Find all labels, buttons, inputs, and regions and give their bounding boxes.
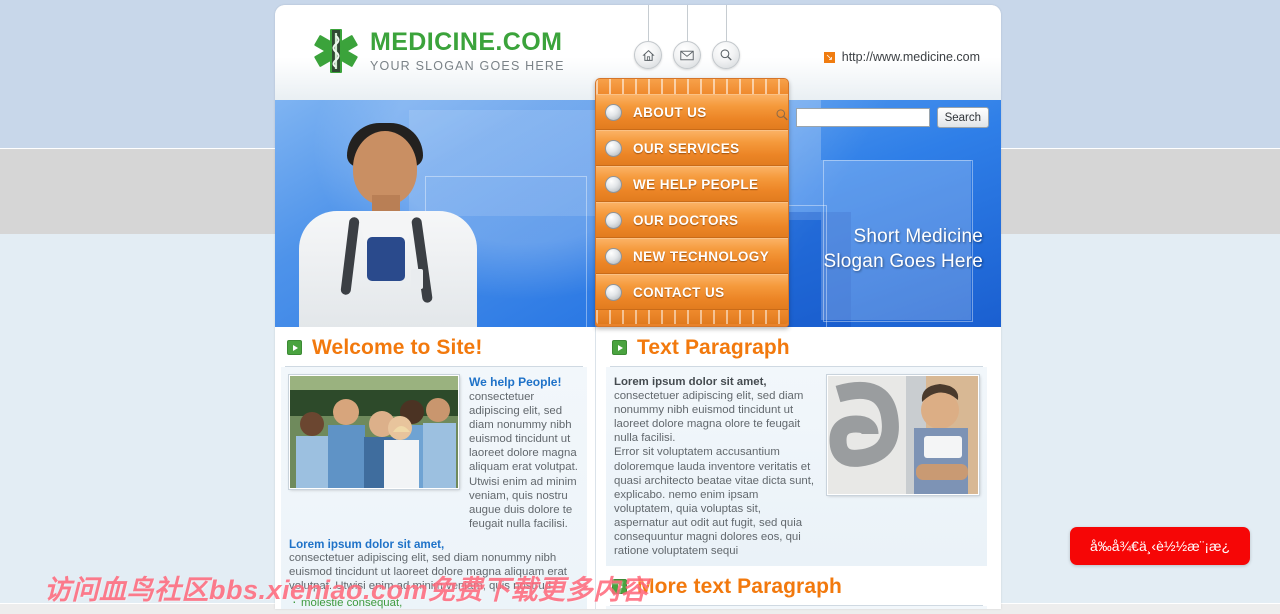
nav-bottom-cap (596, 310, 788, 324)
quick-link-mail[interactable] (673, 5, 701, 69)
search-button[interactable]: Search (936, 107, 989, 128)
nav-item-label: CONTACT US (633, 284, 725, 300)
banner-slogan-line2: Slogan Goes Here (823, 251, 983, 272)
quick-link-icons (634, 5, 740, 69)
nav-item-our-services[interactable]: OUR SERVICES (596, 130, 788, 166)
doctor-scrub (367, 237, 405, 281)
section-title: Text Paragraph (637, 336, 790, 359)
quick-link-home[interactable] (634, 5, 662, 69)
logo-title: MEDICINE.COM (370, 27, 563, 56)
site-url[interactable]: ↘ http://www.medicine.com (823, 50, 980, 64)
sub-heading: Lorem ipsum dolor sit amet, (289, 537, 445, 551)
doctor-badge (411, 269, 423, 289)
paragraph-lead: Lorem ipsum dolor sit amet, (614, 376, 767, 388)
nav-item-label: OUR DOCTORS (633, 212, 739, 228)
paragraph-text-1: consectetuer adipiscing elit, sed diam n… (614, 390, 804, 445)
left-content-column: Welcome to Site! We help People! consect… (275, 327, 595, 609)
bullet-icon (605, 175, 622, 193)
medical-team-photo (288, 374, 460, 490)
search-bar: Search (775, 107, 989, 128)
welcome-section-heading: Welcome to Site! (281, 327, 587, 362)
nav-item-about-us[interactable]: ABOUT US (596, 94, 788, 130)
text-paragraph-section-heading: Text Paragraph (606, 327, 987, 362)
text-paragraph-panel: Lorem ipsum dolor sit amet, consectetuer… (606, 367, 987, 567)
text-paragraph-media-row: Lorem ipsum dolor sit amet, consectetuer… (614, 374, 980, 558)
surgeon-portrait-photo (826, 374, 980, 496)
hanging-wire (725, 5, 727, 41)
play-square-icon (612, 340, 627, 355)
external-link-icon: ↘ (823, 51, 835, 63)
banner-slogan-line1: Short Medicine (853, 226, 983, 247)
site-url-text: http://www.medicine.com (841, 50, 980, 64)
logo-slogan: YOUR SLOGAN GOES HERE (370, 58, 565, 73)
doctor-head (353, 131, 417, 205)
hanging-wire (647, 5, 649, 41)
bullet-icon (605, 139, 622, 157)
search-icon[interactable] (712, 41, 740, 69)
logo[interactable]: MEDICINE.COM YOUR SLOGAN GOES HERE (313, 27, 565, 75)
bullet-icon (605, 211, 622, 229)
search-input[interactable] (795, 108, 930, 127)
magnifier-icon (775, 108, 789, 127)
nav-item-label: WE HELP PEOPLE (633, 176, 759, 192)
bullet-icon (605, 103, 622, 121)
more-text-panel: Lorem ipsum dolor sit amet, consectetuer… (606, 606, 987, 609)
main-navigation: ABOUT US OUR SERVICES WE HELP PEOPLE OUR… (595, 78, 789, 327)
play-square-icon (612, 579, 627, 595)
main-content: Welcome to Site! We help People! consect… (275, 327, 1001, 609)
intro-heading: We help People! (469, 375, 562, 389)
hanging-wire (686, 5, 688, 41)
quick-link-search[interactable] (712, 5, 740, 69)
page-title: Welcome to Site! (312, 336, 483, 359)
right-content-column: Text Paragraph Lorem ipsum dolor sit ame… (595, 327, 1001, 609)
intro-text: consectetuer adipiscing elit, sed diam n… (469, 391, 578, 530)
home-icon[interactable] (634, 41, 662, 69)
floating-download-button[interactable]: å‰å¾€ä¸‹è½½æ¨¡æ¿ (1069, 527, 1250, 565)
section-title: More text Paragraph (637, 575, 842, 599)
paragraph-text-2: Error sit voluptatem accusantium dolorem… (614, 446, 815, 558)
banner-slogan: Short Medicine Slogan Goes Here (823, 224, 983, 274)
nav-item-label: ABOUT US (633, 104, 707, 120)
bullet-icon (605, 283, 622, 301)
mail-icon[interactable] (673, 41, 701, 69)
doctor-photo (293, 119, 483, 327)
list-item: molestie consequat, (289, 594, 579, 609)
welcome-media-row: We help People! consectetuer adipiscing … (288, 374, 579, 531)
star-of-life-icon (313, 27, 359, 75)
website-container: MEDICINE.COM YOUR SLOGAN GOES HERE ↘ htt… (275, 5, 1001, 609)
hero-banner-left-image (275, 100, 595, 327)
bullet-icon (605, 247, 622, 265)
nav-item-contact-us[interactable]: CONTACT US (596, 274, 788, 310)
sub-text: consectetuer adipiscing elit, sed diam n… (289, 551, 567, 593)
nav-item-our-doctors[interactable]: OUR DOCTORS (596, 202, 788, 238)
nav-item-new-technology[interactable]: NEW TECHNOLOGY (596, 238, 788, 274)
nav-item-label: NEW TECHNOLOGY (633, 248, 770, 264)
nav-item-label: OUR SERVICES (633, 140, 740, 156)
play-square-icon (287, 340, 302, 355)
nav-top-cap (596, 79, 788, 94)
left-bullet-list: molestie consequat, vel illum dolore eu … (289, 594, 579, 609)
more-text-section-heading: More text Paragraph (606, 566, 987, 601)
welcome-panel: We help People! consectetuer adipiscing … (281, 367, 587, 609)
nav-item-we-help-people[interactable]: WE HELP PEOPLE (596, 166, 788, 202)
